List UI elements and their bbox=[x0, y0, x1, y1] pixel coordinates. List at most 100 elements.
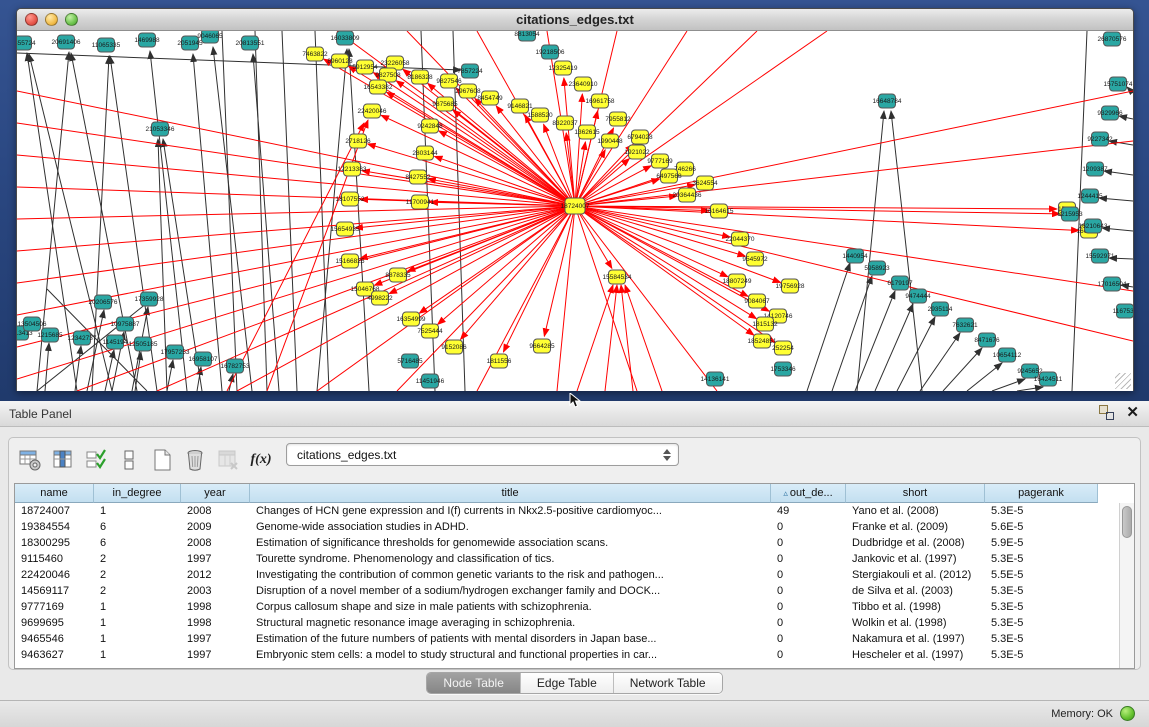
cited-node[interactable]: 7525444 bbox=[417, 324, 443, 338]
citing-node[interactable]: 19218506 bbox=[536, 45, 565, 59]
citation-edge-red[interactable] bbox=[355, 206, 575, 228]
cited-node[interactable]: 12325419 bbox=[549, 61, 578, 75]
citing-node[interactable]: 9355724 bbox=[17, 36, 36, 50]
citation-edge-black[interactable] bbox=[253, 54, 279, 391]
new-table-icon[interactable] bbox=[149, 447, 175, 473]
cited-node[interactable]: 11700941 bbox=[406, 195, 435, 209]
table-settings-icon[interactable] bbox=[17, 447, 43, 473]
citation-edge-red[interactable] bbox=[17, 91, 575, 206]
table-row[interactable]: 1872400712008Changes of HCN gene express… bbox=[15, 503, 1134, 519]
table-body[interactable]: 1872400712008Changes of HCN gene express… bbox=[15, 503, 1134, 663]
citation-edge-red[interactable] bbox=[575, 206, 1133, 341]
cited-node[interactable]: 1811556 bbox=[487, 354, 512, 368]
citation-edge-black[interactable] bbox=[1104, 171, 1133, 175]
memory-indicator[interactable] bbox=[1120, 706, 1135, 721]
citing-node[interactable]: 1145194 bbox=[103, 335, 128, 349]
citation-edge-red[interactable] bbox=[575, 206, 769, 311]
citation-edge-red[interactable] bbox=[575, 91, 1133, 206]
citation-edge-black[interactable] bbox=[891, 111, 922, 391]
cell-icon[interactable] bbox=[116, 447, 142, 473]
cited-node[interactable]: 4998222 bbox=[367, 291, 393, 305]
citation-edge-red[interactable] bbox=[17, 123, 575, 206]
table-row[interactable]: 969969511998Structural magnetic resonanc… bbox=[15, 615, 1134, 631]
column-header-year[interactable]: year bbox=[181, 484, 250, 503]
citing-node[interactable]: 17359928 bbox=[135, 292, 164, 306]
citing-node[interactable]: 2935114 bbox=[928, 302, 953, 316]
citing-node[interactable]: 16033809 bbox=[331, 31, 360, 45]
row-select-icon[interactable] bbox=[83, 447, 109, 473]
citing-node[interactable]: 10654112 bbox=[993, 348, 1022, 362]
cited-node[interactable]: 16164615 bbox=[705, 204, 734, 218]
citation-network-graph[interactable]: 1872400774638228960128591295423226058982… bbox=[17, 31, 1133, 391]
citation-edge-black[interactable] bbox=[45, 343, 49, 391]
citing-node[interactable]: 20691406 bbox=[52, 35, 81, 49]
cited-node[interactable]: 3624554 bbox=[692, 176, 718, 190]
table-row[interactable]: 911546021997Tourette syndrome. Phenomeno… bbox=[15, 551, 1134, 567]
citation-edge-black[interactable] bbox=[992, 379, 1025, 391]
citing-node[interactable]: 20813551 bbox=[236, 36, 265, 50]
citing-node[interactable]: 26870576 bbox=[1098, 32, 1127, 46]
table-source-select[interactable]: citations_edges.txt bbox=[286, 443, 679, 466]
citing-node[interactable]: 8471676 bbox=[974, 333, 1000, 347]
citation-edge-black[interactable] bbox=[807, 263, 850, 391]
zoom-window-icon[interactable] bbox=[65, 13, 78, 26]
column-header-pagerank[interactable]: pagerank bbox=[985, 484, 1098, 503]
cited-node[interactable]: 8322037 bbox=[552, 116, 578, 130]
citing-node[interactable]: 1753346 bbox=[770, 362, 796, 376]
citation-edge-red[interactable] bbox=[503, 206, 575, 352]
network-canvas[interactable]: 1872400774638228960128591295423226058982… bbox=[17, 31, 1133, 391]
cited-node[interactable]: 2718126 bbox=[345, 134, 371, 148]
network-window-titlebar[interactable]: citations_edges.txt bbox=[17, 9, 1133, 31]
cited-node[interactable]: 9875685 bbox=[432, 97, 458, 111]
citation-edge-red[interactable] bbox=[544, 206, 575, 336]
citation-edge-black[interactable] bbox=[150, 51, 187, 391]
citation-edge-red[interactable] bbox=[557, 206, 575, 391]
citing-node[interactable]: 16958107 bbox=[189, 352, 218, 366]
cited-node[interactable]: 5912954 bbox=[352, 60, 378, 74]
window-resize-grip[interactable] bbox=[1115, 373, 1131, 389]
cited-node[interactable]: 2803144 bbox=[412, 146, 438, 160]
table-row[interactable]: 1830029562008Estimation of significance … bbox=[15, 535, 1134, 551]
citation-edge-red[interactable] bbox=[575, 206, 728, 277]
network-window[interactable]: citations_edges.txt 18724007746382289601… bbox=[16, 8, 1134, 391]
table-header-row[interactable]: namein_degreeyeartitle▵out_de...shortpag… bbox=[15, 484, 1134, 503]
citation-edge-red[interactable] bbox=[575, 206, 781, 283]
column-header-short[interactable]: short bbox=[846, 484, 985, 503]
float-panel-icon[interactable] bbox=[1099, 405, 1114, 420]
citation-edge-black[interactable] bbox=[832, 276, 872, 391]
citation-edge-red[interactable] bbox=[575, 206, 717, 391]
tab-network-table[interactable]: Network Table bbox=[614, 673, 722, 693]
citation-edge-black[interactable] bbox=[105, 350, 114, 391]
close-window-icon[interactable] bbox=[25, 13, 38, 26]
citation-edge-black[interactable] bbox=[1099, 198, 1133, 201]
close-panel-icon[interactable]: ✕ bbox=[1126, 405, 1139, 420]
citation-edge-red[interactable] bbox=[577, 285, 613, 391]
vertical-scrollbar[interactable] bbox=[1119, 503, 1134, 668]
cited-node[interactable]: 23640910 bbox=[569, 77, 598, 91]
tab-edge-table[interactable]: Edge Table bbox=[521, 673, 614, 693]
citing-node[interactable]: 9329966 bbox=[1097, 106, 1123, 120]
citation-edge-black[interactable] bbox=[222, 31, 237, 391]
cited-node[interactable]: 20364436 bbox=[673, 188, 702, 202]
delete-icon[interactable] bbox=[182, 447, 208, 473]
citation-edge-black[interactable] bbox=[349, 49, 369, 391]
citation-edge-red[interactable] bbox=[621, 285, 633, 391]
citation-edge-red[interactable] bbox=[575, 206, 754, 335]
table-row[interactable]: 2242004622012Investigating the contribut… bbox=[15, 567, 1134, 583]
cited-node[interactable]: 19756928 bbox=[776, 279, 805, 293]
tab-node-table[interactable]: Node Table bbox=[427, 673, 521, 693]
column-header-title[interactable]: title bbox=[250, 484, 771, 503]
cited-node[interactable]: 16961758 bbox=[586, 94, 615, 108]
citing-node[interactable]: 7632621 bbox=[952, 318, 978, 332]
column-header-out_de[interactable]: ▵out_de... bbox=[771, 484, 846, 503]
cited-node[interactable]: 1588520 bbox=[527, 108, 553, 122]
cited-node[interactable]: 15584534 bbox=[603, 270, 632, 284]
cited-node[interactable]: 16354999 bbox=[397, 312, 426, 326]
table-row[interactable]: 946554611997Estimation of the future num… bbox=[15, 631, 1134, 647]
citing-node[interactable]: 20206576 bbox=[89, 295, 118, 309]
cited-node[interactable]: 9146821 bbox=[507, 99, 533, 113]
citation-edge-red[interactable] bbox=[625, 285, 662, 391]
citing-node[interactable]: 21053346 bbox=[146, 122, 175, 136]
citation-edge-red[interactable] bbox=[575, 206, 757, 319]
citing-node[interactable]: 8813054 bbox=[514, 31, 540, 41]
